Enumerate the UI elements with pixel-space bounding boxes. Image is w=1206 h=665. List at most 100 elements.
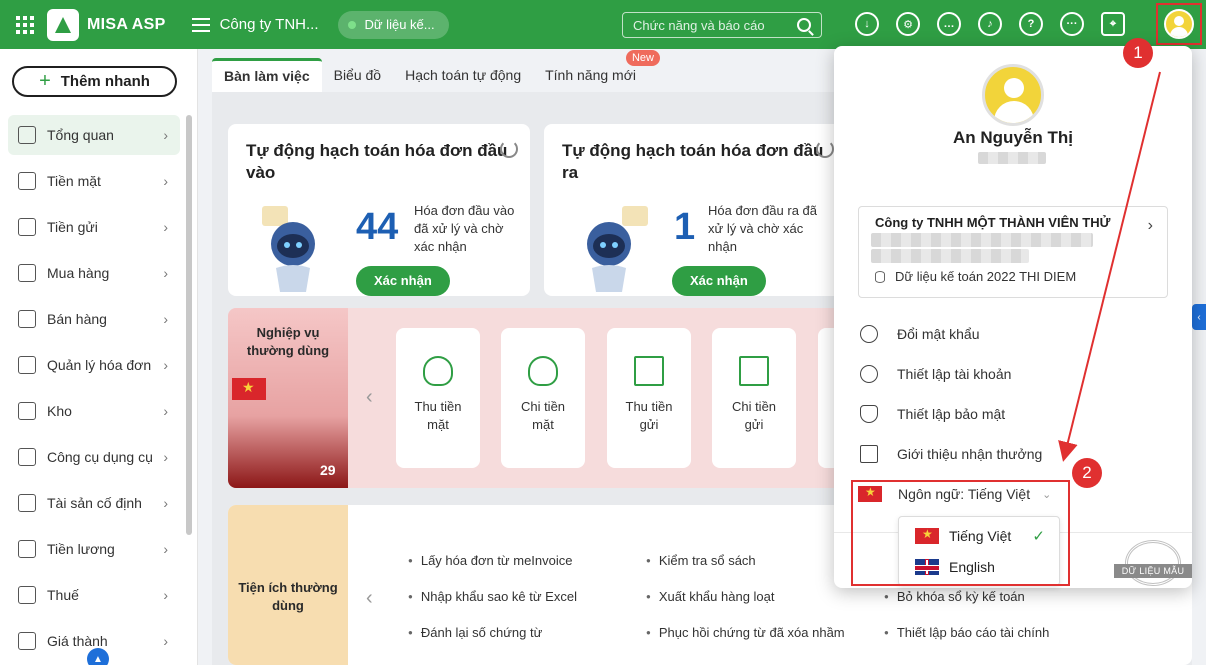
card-title: Tự động hạch toán hóa đơn đầu vào xyxy=(246,141,508,182)
tax-icon xyxy=(18,586,36,604)
tools-icon xyxy=(18,448,36,466)
utility-link[interactable]: Bỏ khóa sổ kỳ kế toán xyxy=(884,589,1025,604)
gear-icon[interactable]: ⚙ xyxy=(896,12,920,36)
key-icon xyxy=(860,325,878,343)
redacted-company-detail xyxy=(871,249,1029,263)
sidebar-item-label: Tài sản cố định xyxy=(47,495,142,511)
search-input[interactable]: Chức năng và báo cáo xyxy=(622,12,822,38)
operations-title: Nghiệp vụ thường dùng xyxy=(246,325,330,358)
sidebar-item-tien-luong[interactable]: Tiền lương › xyxy=(8,529,180,569)
database-label: Dữ liệu kế... xyxy=(364,17,435,32)
sidebar-item-kho[interactable]: Kho › xyxy=(8,391,180,431)
watermark-label: DỮ LIỆU MẪU xyxy=(1114,564,1192,578)
utility-link[interactable]: Thiết lập báo cáo tài chính xyxy=(884,625,1050,640)
sidebar-item-tong-quan[interactable]: Tổng quan › xyxy=(8,115,180,155)
chevron-right-icon: › xyxy=(163,403,168,419)
sidebar-item-tai-san-co-dinh[interactable]: Tài sản cố định › xyxy=(8,483,180,523)
menu-label: Giới thiệu nhận thưởng xyxy=(897,446,1043,462)
bank-icon xyxy=(18,218,36,236)
chevron-right-icon: › xyxy=(163,173,168,189)
utility-link[interactable]: Kiểm tra sổ sách xyxy=(646,553,756,568)
payroll-icon xyxy=(18,540,36,558)
shopping-bag-icon xyxy=(18,264,36,282)
bank-icon xyxy=(634,356,664,386)
menu-label: Thiết lập bảo mật xyxy=(897,406,1006,422)
chevron-right-icon: › xyxy=(163,357,168,373)
database-selector[interactable]: Dữ liệu kế... xyxy=(338,10,449,39)
company-card[interactable]: Công ty TNHH MỘT THÀNH VIÊN THỬ › Dữ liệ… xyxy=(858,206,1168,298)
tile-chi-tien-mat[interactable]: Chi tiền mặt xyxy=(501,328,585,468)
map-pin-icon[interactable]: ⌖ xyxy=(1101,12,1125,36)
sidebar-item-mua-hang[interactable]: Mua hàng › xyxy=(8,253,180,293)
chat-icon[interactable]: … xyxy=(937,12,961,36)
sidebar-scrollbar[interactable] xyxy=(186,115,192,535)
sidebar-item-cong-cu-dung-cu[interactable]: Công cụ dụng cụ › xyxy=(8,437,180,477)
sidebar-item-label: Kho xyxy=(47,403,72,419)
utility-link[interactable]: Phục hồi chứng từ đã xóa nhầm xyxy=(646,625,845,640)
referral-item[interactable]: Giới thiệu nhận thưởng xyxy=(860,443,1042,465)
more-icon[interactable]: ··· xyxy=(1060,12,1084,36)
chevron-left-icon[interactable]: ‹ xyxy=(366,386,373,409)
sidebar-item-ban-hang[interactable]: Bán hàng › xyxy=(8,299,180,339)
app-grid-icon[interactable] xyxy=(14,14,36,36)
confirm-button[interactable]: Xác nhận xyxy=(356,266,450,296)
chevron-left-icon[interactable]: ‹ xyxy=(1192,304,1206,330)
bell-icon[interactable]: ♪ xyxy=(978,12,1002,36)
search-icon xyxy=(797,18,811,32)
help-icon[interactable]: ? xyxy=(1019,12,1043,36)
confirm-button[interactable]: Xác nhận xyxy=(672,266,766,296)
refresh-icon[interactable] xyxy=(500,140,518,158)
avatar-icon xyxy=(1164,9,1194,39)
avatar-button[interactable] xyxy=(1156,3,1202,45)
pending-count: 44 xyxy=(356,206,399,248)
logo[interactable]: MISA ASP xyxy=(47,8,166,41)
account-settings-item[interactable]: Thiết lập tài khoản xyxy=(860,363,1011,385)
sidebar-item-label: Tổng quan xyxy=(47,127,114,143)
sidebar-nav: Tổng quan › Tiền mặt › Tiền gửi › Mua hàng ›… xyxy=(8,115,180,665)
chevron-left-icon[interactable]: ‹ xyxy=(366,587,373,610)
refresh-icon[interactable] xyxy=(816,140,834,158)
step-badge-1: 1 xyxy=(1123,38,1153,68)
menu-label: Thiết lập tài khoản xyxy=(897,366,1012,382)
main-tabs: Bàn làm việc Biểu đồ Hạch toán tự động T… xyxy=(212,50,660,92)
redacted-company-detail xyxy=(871,233,1093,247)
tile-chi-tien-gui[interactable]: Chi tiền gửi xyxy=(712,328,796,468)
gift-icon xyxy=(860,445,878,463)
sidebar-item-thue[interactable]: Thuế › xyxy=(8,575,180,615)
tile-thu-tien-gui[interactable]: Thu tiền gửi xyxy=(607,328,691,468)
utility-link[interactable]: Nhập khẩu sao kê từ Excel xyxy=(408,589,577,604)
redacted-email xyxy=(978,152,1046,164)
hamburger-menu-icon[interactable] xyxy=(191,17,210,32)
database-info: Dữ liệu kế toán 2022 THI DIEM xyxy=(875,269,1076,284)
tile-thu-tien-mat[interactable]: Thu tiền mặt xyxy=(396,328,480,468)
sidebar-item-quan-ly-hoa-don[interactable]: Quản lý hóa đơn › xyxy=(8,345,180,385)
misa-logo-icon xyxy=(47,8,79,41)
download-icon[interactable]: ↓ xyxy=(855,12,879,36)
chevron-right-icon: › xyxy=(163,265,168,281)
change-password-item[interactable]: Đổi mật khẩu xyxy=(860,323,979,345)
chevron-up-icon[interactable]: ▲ xyxy=(87,648,109,665)
utilities-banner: Tiện ích thường dùng xyxy=(228,505,348,665)
card-title: Tự động hạch toán hóa đơn đầu ra xyxy=(562,141,824,182)
user-name: An Nguyễn Thị xyxy=(953,128,1073,147)
tab-tinh-nang-moi[interactable]: Tính năng mới New xyxy=(533,50,660,92)
chevron-right-icon: › xyxy=(163,495,168,511)
sidebar-item-tien-gui[interactable]: Tiền gửi › xyxy=(8,207,180,247)
tab-hach-toan-tu-dong[interactable]: Hạch toán tự động xyxy=(393,58,533,92)
utility-link[interactable]: Đánh lại số chứng từ xyxy=(408,625,542,640)
chevron-right-icon: › xyxy=(1147,217,1153,234)
tab-bieu-do[interactable]: Biểu đồ xyxy=(322,58,393,92)
sidebar-item-label: Mua hàng xyxy=(47,265,110,281)
invoice-output-card: Tự động hạch toán hóa đơn đầu ra 1 Hóa đ… xyxy=(544,124,846,296)
company-name: Công ty TNHH MỘT THÀNH VIÊN THỬ xyxy=(875,215,1111,230)
invoice-input-card: Tự động hạch toán hóa đơn đầu vào 44 Hóa… xyxy=(228,124,530,296)
quick-add-button[interactable]: + Thêm nhanh xyxy=(12,66,177,97)
utility-link[interactable]: Lấy hóa đơn từ meInvoice xyxy=(408,553,573,568)
robot-illustration-icon xyxy=(587,206,648,292)
utility-link[interactable]: Xuất khẩu hàng loạt xyxy=(646,589,775,604)
sidebar-item-tien-mat[interactable]: Tiền mặt › xyxy=(8,161,180,201)
tab-ban-lam-viec[interactable]: Bàn làm việc xyxy=(212,58,322,92)
security-settings-item[interactable]: Thiết lập bảo mật xyxy=(860,403,1005,425)
user-circle-icon xyxy=(860,365,878,383)
company-selector[interactable]: Công ty TNH... xyxy=(220,16,319,33)
